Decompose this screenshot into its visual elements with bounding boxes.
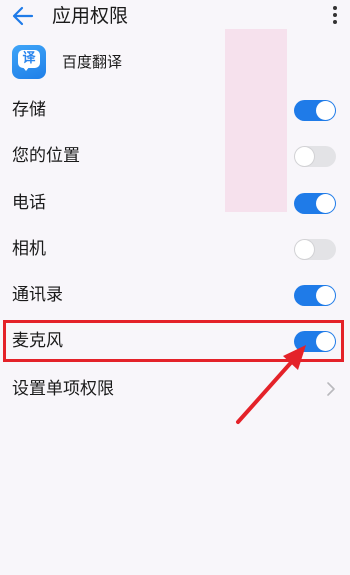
permission-label: 通讯录: [12, 285, 63, 305]
page-title: 应用权限: [52, 5, 129, 27]
more-vertical-icon[interactable]: [332, 6, 338, 28]
permission-label: 电话: [12, 193, 46, 213]
baidu-translate-app-icon: 译: [12, 45, 46, 79]
contacts-toggle[interactable]: [294, 285, 336, 306]
location-toggle[interactable]: [294, 146, 336, 167]
app-name: 百度翻译: [62, 53, 123, 71]
permission-label: 相机: [12, 239, 46, 259]
permission-row-contacts[interactable]: 通讯录: [0, 272, 350, 318]
app-info-row: 译 百度翻译: [0, 44, 350, 84]
permission-row-location[interactable]: 您的位置: [0, 133, 350, 179]
permission-label: 存储: [12, 100, 46, 120]
individual-permissions-row[interactable]: 设置单项权限: [0, 366, 350, 412]
camera-toggle[interactable]: [294, 239, 336, 260]
phone-toggle[interactable]: [294, 193, 336, 214]
header-bar: 应用权限: [0, 0, 350, 34]
permission-row-phone[interactable]: 电话: [0, 180, 350, 226]
individual-permissions-label: 设置单项权限: [12, 379, 114, 399]
storage-toggle[interactable]: [294, 100, 336, 121]
permission-row-storage[interactable]: 存储: [0, 87, 350, 133]
highlight-box: [3, 320, 344, 362]
permission-row-camera[interactable]: 相机: [0, 226, 350, 272]
chevron-right-icon: [327, 382, 335, 396]
arrow-left-icon[interactable]: [10, 4, 36, 28]
permission-label: 您的位置: [12, 146, 80, 166]
